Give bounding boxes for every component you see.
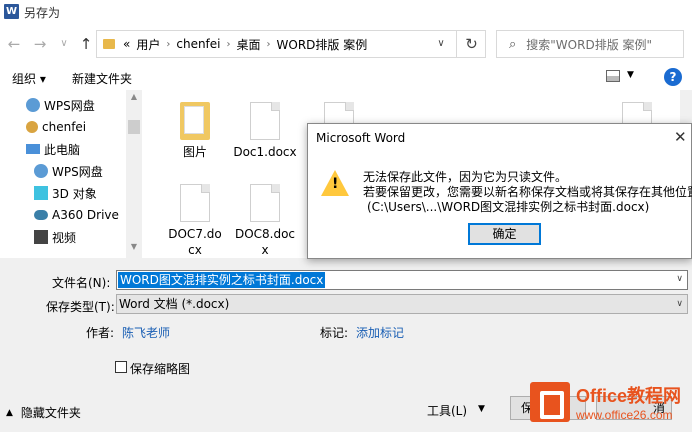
breadcrumb-chenfei[interactable]: chenfei bbox=[176, 37, 220, 51]
chevron-right-icon: › bbox=[266, 38, 271, 50]
list-item[interactable]: 图片 bbox=[156, 102, 234, 160]
office-logo-icon bbox=[530, 382, 570, 422]
user-icon bbox=[26, 121, 38, 133]
word-logo-icon: W bbox=[4, 4, 19, 19]
save-type-label: 保存类型(T): bbox=[46, 300, 115, 314]
close-icon[interactable]: ✕ bbox=[674, 128, 687, 146]
file-name: DOC7.docx bbox=[168, 227, 222, 257]
sidebar-item-videos[interactable]: 视频 bbox=[34, 226, 76, 248]
sidebar-item-3d-objects[interactable]: 3D 对象 bbox=[34, 182, 97, 204]
ok-button[interactable]: 确定 bbox=[468, 223, 541, 245]
list-item[interactable]: DOC8.docx bbox=[226, 184, 304, 258]
chevron-right-icon: › bbox=[166, 38, 171, 50]
breadcrumb-users[interactable]: 用户 bbox=[136, 36, 160, 53]
save-thumbnail-checkbox[interactable] bbox=[115, 361, 127, 373]
help-icon[interactable]: ? bbox=[664, 68, 682, 86]
up-arrow-icon[interactable]: ↑ bbox=[76, 34, 96, 54]
recent-locations-chevron-icon[interactable]: ∨ bbox=[54, 34, 74, 54]
document-icon bbox=[250, 184, 280, 222]
cube-icon bbox=[34, 186, 48, 200]
exclamation-icon: ! bbox=[332, 176, 339, 192]
document-icon bbox=[250, 102, 280, 140]
scroll-down-icon[interactable]: ▼ bbox=[126, 242, 142, 251]
sidebar-item-label: 视频 bbox=[52, 230, 77, 245]
refresh-icon[interactable]: ↻ bbox=[456, 30, 486, 58]
address-dropdown-chevron-icon[interactable]: ∨ bbox=[427, 30, 455, 58]
dialog-message-path: (C:\Users\...\WORD图文混排实例之标书封面.docx) bbox=[367, 200, 650, 214]
forward-arrow-icon[interactable]: → bbox=[30, 34, 50, 54]
view-options-icon[interactable] bbox=[606, 70, 620, 82]
folder-icon bbox=[103, 39, 115, 49]
sidebar-item-wps-cloud[interactable]: WPS网盘 bbox=[26, 94, 95, 116]
watermark-url: www.office26.com bbox=[576, 408, 673, 422]
sidebar-item-label: chenfei bbox=[42, 120, 87, 134]
chevron-right-icon: › bbox=[226, 38, 231, 50]
folder-icon bbox=[180, 102, 210, 140]
save-type-value: Word 文档 (*.docx) bbox=[119, 297, 230, 311]
file-name: Doc1.docx bbox=[233, 145, 297, 159]
window-title: 另存为 bbox=[24, 6, 61, 20]
chevron-up-icon: ▲ bbox=[6, 407, 13, 418]
file-name: DOC8.docx bbox=[234, 227, 296, 257]
sidebar-item-label: WPS网盘 bbox=[44, 98, 95, 113]
navigation-scrollbar[interactable]: ▲ ▼ bbox=[126, 90, 142, 258]
search-placeholder: 搜索"WORD排版 案例" bbox=[526, 37, 653, 52]
drive-icon bbox=[34, 210, 48, 220]
scroll-thumb[interactable] bbox=[128, 120, 140, 134]
breadcrumb-word-layout[interactable]: WORD排版 案例 bbox=[277, 36, 368, 53]
filename-dropdown-icon[interactable]: ∨ bbox=[676, 274, 683, 284]
sidebar-item-label: WPS网盘 bbox=[52, 164, 103, 179]
scroll-up-icon[interactable]: ▲ bbox=[126, 92, 142, 101]
filename-input[interactable]: WORD图文混排实例之标书封面.docx ∨ bbox=[116, 270, 688, 290]
back-arrow-icon[interactable]: ← bbox=[4, 34, 24, 54]
author-label: 作者: bbox=[86, 326, 115, 340]
sidebar-item-label: 此电脑 bbox=[44, 142, 81, 157]
view-dropdown-icon[interactable]: ▼ bbox=[627, 70, 634, 80]
breadcrumb-overflow[interactable]: « bbox=[123, 37, 130, 51]
tools-dropdown-icon[interactable]: ▼ bbox=[478, 404, 485, 414]
tools-button[interactable]: 工具(L) bbox=[427, 402, 467, 419]
document-icon bbox=[180, 184, 210, 222]
filename-value[interactable]: WORD图文混排实例之标书封面.docx bbox=[118, 272, 326, 288]
tags-value[interactable]: 添加标记 bbox=[356, 324, 404, 341]
tags-label: 标记: bbox=[320, 326, 349, 340]
sidebar-item-a360-drive[interactable]: A360 Drive bbox=[34, 204, 119, 226]
file-name: 图片 bbox=[182, 145, 207, 159]
sidebar-item-label: A360 Drive bbox=[52, 208, 119, 222]
organize-button[interactable]: 组织 ▾ bbox=[12, 70, 46, 87]
title-bar: W 另存为 bbox=[0, 0, 692, 24]
save-thumbnail-label[interactable]: 保存缩略图 bbox=[130, 360, 190, 377]
cloud-icon bbox=[34, 164, 48, 178]
hide-folders-toggle[interactable]: ▲ 隐藏文件夹 bbox=[6, 404, 81, 421]
sidebar-item-this-pc[interactable]: 此电脑 bbox=[26, 138, 80, 160]
sidebar-item-label: 3D 对象 bbox=[52, 186, 97, 201]
filename-label: 文件名(N): bbox=[52, 276, 111, 290]
navigation-pane: WPS网盘 chenfei 此电脑 WPS网盘 3D 对象 A360 Drive… bbox=[0, 90, 142, 258]
cloud-icon bbox=[26, 98, 40, 112]
toolbar: 组织 ▾ 新建文件夹 ▼ ? bbox=[0, 64, 692, 90]
breadcrumb-desktop[interactable]: 桌面 bbox=[237, 36, 261, 53]
dialog-body: ! 无法保存此文件，因为它为只读文件。 若要保留更改，您需要以新名称保存文档或将… bbox=[308, 154, 692, 254]
sidebar-item-chenfei[interactable]: chenfei bbox=[26, 116, 86, 138]
video-icon bbox=[34, 230, 48, 244]
sidebar-item-wps-cloud-2[interactable]: WPS网盘 bbox=[34, 160, 103, 182]
save-type-dropdown-icon[interactable]: ∨ bbox=[676, 295, 683, 313]
dialog-title: Microsoft Word bbox=[316, 131, 406, 145]
list-item[interactable]: Doc1.docx bbox=[226, 102, 304, 160]
save-type-select[interactable]: Word 文档 (*.docx) ∨ bbox=[116, 294, 688, 314]
list-item[interactable]: DOC7.docx bbox=[156, 184, 234, 258]
computer-icon bbox=[26, 144, 40, 154]
watermark-title: Office教程网 bbox=[576, 386, 682, 406]
readonly-error-dialog: Microsoft Word ✕ ! 无法保存此文件，因为它为只读文件。 若要保… bbox=[307, 123, 692, 259]
search-icon: ⌕ bbox=[509, 36, 517, 52]
watermark: Office教程网 www.office26.com bbox=[526, 378, 692, 432]
new-folder-button[interactable]: 新建文件夹 bbox=[72, 70, 132, 87]
author-value[interactable]: 陈飞老师 bbox=[122, 324, 170, 341]
hide-folders-label: 隐藏文件夹 bbox=[20, 406, 81, 420]
search-box[interactable]: ⌕ 搜索"WORD排版 案例" bbox=[496, 30, 684, 58]
